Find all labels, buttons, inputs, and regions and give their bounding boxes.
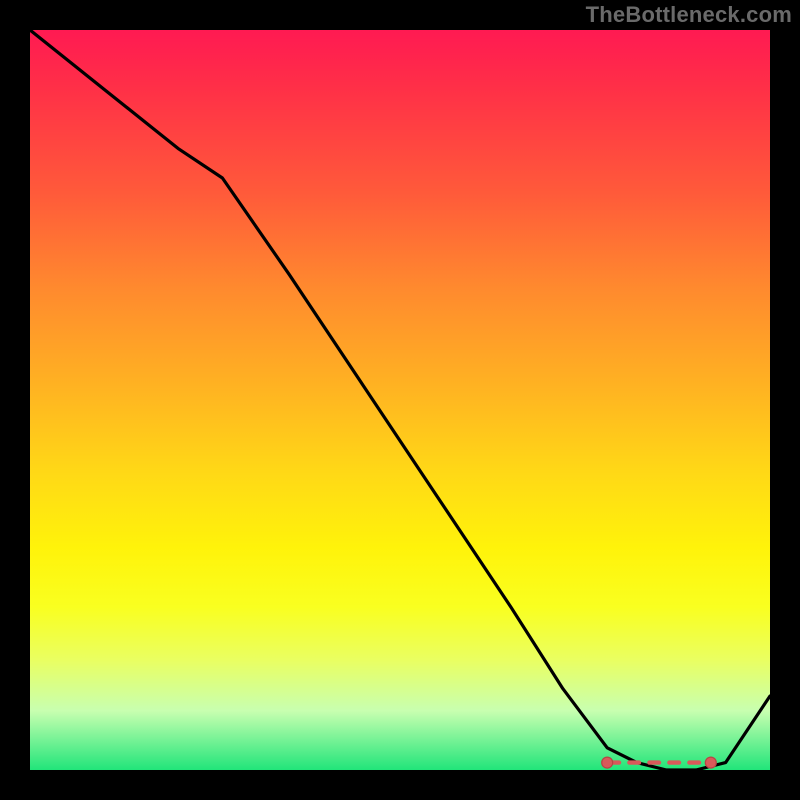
marker-endpoint [705,757,716,768]
marker-group [602,757,717,768]
marker-dash [647,760,661,764]
curve-group [30,30,770,770]
marker-endpoint [602,757,613,768]
curve-path [30,30,770,770]
watermark-text: TheBottleneck.com [586,2,792,28]
chart-frame: TheBottleneck.com [0,0,800,800]
marker-dash [687,760,701,764]
plot-area [30,30,770,770]
line-plot-svg [30,30,770,770]
marker-dash [667,760,681,764]
marker-dash [627,760,641,764]
